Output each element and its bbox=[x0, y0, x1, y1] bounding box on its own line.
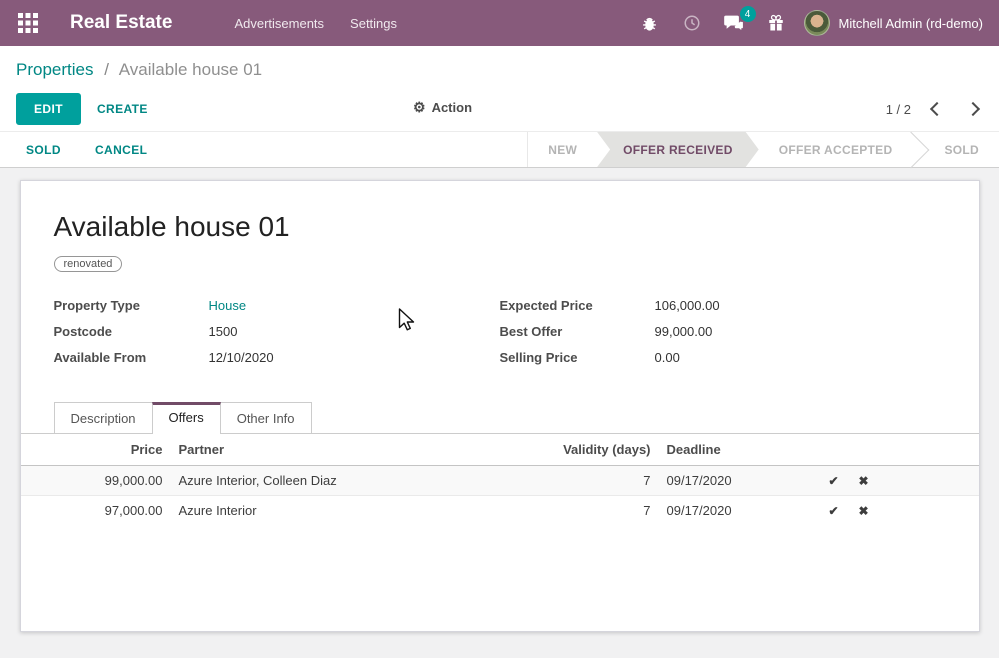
status-steps: NEW OFFER RECEIVED OFFER ACCEPTED SOLD bbox=[527, 132, 999, 167]
status-step-offer-accepted[interactable]: OFFER ACCEPTED bbox=[759, 132, 913, 167]
debug-bug-icon[interactable] bbox=[640, 13, 660, 33]
offer-partner: Azure Interior, Colleen Diaz bbox=[171, 466, 499, 496]
status-step-new[interactable]: NEW bbox=[528, 132, 597, 167]
message-count-badge: 4 bbox=[740, 6, 756, 22]
field-label: Selling Price bbox=[500, 350, 655, 365]
pager: 1 / 2 bbox=[886, 100, 983, 118]
pager-value[interactable]: 1 / 2 bbox=[886, 102, 911, 117]
field-selling-price: Selling Price 0.00 bbox=[500, 350, 946, 365]
breadcrumb: Properties / Available house 01 bbox=[0, 46, 999, 86]
offer-row[interactable]: 97,000.00 Azure Interior 7 09/17/2020 ✔ … bbox=[21, 496, 979, 526]
status-step-sold[interactable]: SOLD bbox=[924, 132, 999, 167]
step-separator-icon bbox=[912, 132, 924, 167]
tag-renovated: renovated bbox=[54, 256, 123, 272]
menu-advertisements[interactable]: Advertisements bbox=[234, 16, 324, 31]
field-group-right: Expected Price 106,000.00 Best Offer 99,… bbox=[500, 298, 946, 376]
field-label: Postcode bbox=[54, 324, 209, 339]
offer-validity: 7 bbox=[499, 466, 659, 496]
field-value: 0.00 bbox=[655, 350, 680, 365]
grid-icon bbox=[18, 13, 38, 33]
accept-offer-icon[interactable]: ✔ bbox=[819, 466, 849, 496]
action-menu-button[interactable]: ⚙ Action bbox=[413, 99, 472, 116]
form-view: Available house 01 renovated Property Ty… bbox=[0, 168, 999, 658]
app-title[interactable]: Real Estate bbox=[70, 12, 172, 34]
field-label: Property Type bbox=[54, 298, 209, 313]
breadcrumb-separator: / bbox=[104, 60, 109, 79]
property-type-link[interactable]: House bbox=[209, 298, 247, 313]
user-menu[interactable]: Mitchell Admin (rd-demo) bbox=[804, 10, 984, 36]
gift-icon[interactable] bbox=[766, 13, 786, 33]
gear-icon: ⚙ bbox=[413, 99, 426, 116]
sold-button[interactable]: SOLD bbox=[26, 143, 61, 157]
field-value: 106,000.00 bbox=[655, 298, 720, 313]
record-title: Available house 01 bbox=[54, 211, 946, 243]
tab-other-info[interactable]: Other Info bbox=[220, 402, 312, 433]
offers-table-header: Price Partner Validity (days) Deadline bbox=[21, 434, 979, 466]
create-button[interactable]: CREATE bbox=[97, 102, 148, 116]
menu-settings[interactable]: Settings bbox=[350, 16, 397, 31]
breadcrumb-properties-link[interactable]: Properties bbox=[16, 60, 93, 79]
field-best-offer: Best Offer 99,000.00 bbox=[500, 324, 946, 339]
field-postcode: Postcode 1500 bbox=[54, 324, 500, 339]
top-navbar: Real Estate Advertisements Settings 4 bbox=[0, 0, 999, 46]
pager-previous-icon[interactable] bbox=[925, 100, 947, 118]
control-panel: Properties / Available house 01 EDIT CRE… bbox=[0, 46, 999, 168]
offer-price: 99,000.00 bbox=[21, 466, 171, 496]
field-label: Available From bbox=[54, 350, 209, 365]
apps-menu-icon[interactable] bbox=[16, 11, 40, 35]
field-value: 12/10/2020 bbox=[209, 350, 274, 365]
tab-description[interactable]: Description bbox=[54, 402, 153, 433]
tab-offers[interactable]: Offers bbox=[152, 402, 221, 434]
status-step-offer-received[interactable]: OFFER RECEIVED bbox=[597, 132, 759, 167]
pager-next-icon[interactable] bbox=[961, 100, 983, 118]
cancel-button[interactable]: CANCEL bbox=[95, 143, 147, 157]
activities-clock-icon[interactable] bbox=[682, 13, 702, 33]
action-label: Action bbox=[432, 100, 472, 115]
user-avatar bbox=[804, 10, 830, 36]
offer-validity: 7 bbox=[499, 496, 659, 526]
refuse-offer-icon[interactable]: ✖ bbox=[849, 496, 879, 526]
notebook-tabs: Description Offers Other Info bbox=[21, 402, 979, 434]
col-header-price[interactable]: Price bbox=[21, 434, 171, 466]
field-group-left: Property Type House Postcode 1500 Availa… bbox=[54, 298, 500, 376]
col-header-partner[interactable]: Partner bbox=[171, 434, 499, 466]
col-header-deadline[interactable]: Deadline bbox=[659, 434, 819, 466]
field-value: 99,000.00 bbox=[655, 324, 713, 339]
offers-table: Price Partner Validity (days) Deadline 9… bbox=[21, 434, 979, 525]
field-property-type: Property Type House bbox=[54, 298, 500, 313]
field-groups: Property Type House Postcode 1500 Availa… bbox=[54, 298, 946, 376]
statusbar: SOLD CANCEL NEW OFFER RECEIVED OFFER ACC… bbox=[0, 131, 999, 168]
edit-button[interactable]: EDIT bbox=[16, 93, 81, 125]
refuse-offer-icon[interactable]: ✖ bbox=[849, 466, 879, 496]
offer-row[interactable]: 99,000.00 Azure Interior, Colleen Diaz 7… bbox=[21, 466, 979, 496]
field-label: Expected Price bbox=[500, 298, 655, 313]
messages-icon[interactable]: 4 bbox=[724, 13, 744, 33]
accept-offer-icon[interactable]: ✔ bbox=[819, 496, 849, 526]
top-menu: Advertisements Settings bbox=[234, 16, 397, 31]
field-value: 1500 bbox=[209, 324, 238, 339]
field-label: Best Offer bbox=[500, 324, 655, 339]
button-bar: EDIT CREATE ⚙ Action 1 / 2 bbox=[0, 86, 999, 131]
field-available-from: Available From 12/10/2020 bbox=[54, 350, 500, 365]
offer-deadline: 09/17/2020 bbox=[659, 496, 819, 526]
form-sheet: Available house 01 renovated Property Ty… bbox=[20, 180, 980, 632]
offer-partner: Azure Interior bbox=[171, 496, 499, 526]
breadcrumb-current: Available house 01 bbox=[119, 60, 262, 79]
field-expected-price: Expected Price 106,000.00 bbox=[500, 298, 946, 313]
col-header-validity[interactable]: Validity (days) bbox=[499, 434, 659, 466]
offer-price: 97,000.00 bbox=[21, 496, 171, 526]
user-name: Mitchell Admin (rd-demo) bbox=[839, 16, 984, 31]
offer-deadline: 09/17/2020 bbox=[659, 466, 819, 496]
